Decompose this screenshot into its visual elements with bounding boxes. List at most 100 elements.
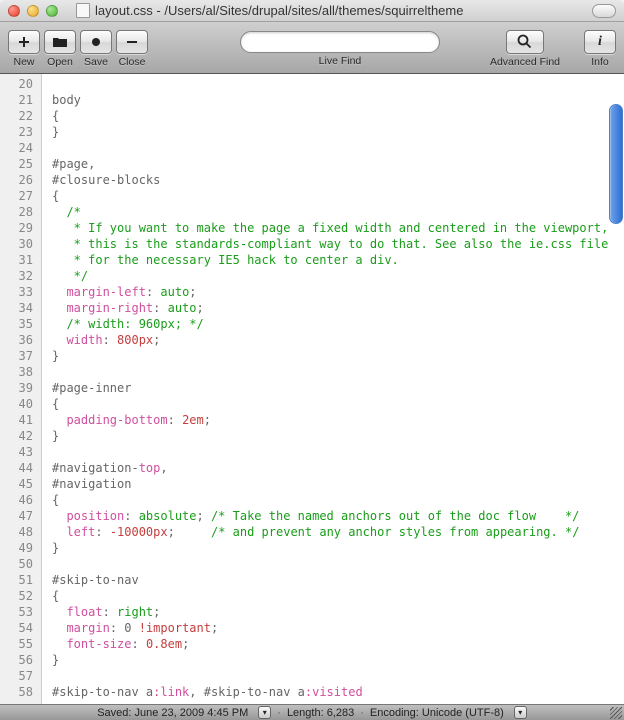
code-line[interactable]: {: [52, 108, 624, 124]
line-number: 26: [0, 172, 33, 188]
window-controls: [8, 5, 58, 17]
code-line[interactable]: {: [52, 396, 624, 412]
minimize-window-button[interactable]: [27, 5, 39, 17]
new-button[interactable]: [8, 30, 40, 54]
status-encoding: Encoding: Unicode (UTF-8): [370, 707, 504, 719]
code-line[interactable]: [52, 140, 624, 156]
new-label: New: [13, 56, 34, 68]
line-number: 23: [0, 124, 33, 140]
live-find-input[interactable]: [240, 31, 440, 53]
code-line[interactable]: left: -10000px; /* and prevent any ancho…: [52, 524, 624, 540]
code-editor[interactable]: 2021222324252627282930313233343536373839…: [0, 74, 624, 704]
line-number: 30: [0, 236, 33, 252]
code-line[interactable]: #closure-blocks: [52, 172, 624, 188]
code-line[interactable]: * this is the standards-compliant way to…: [52, 236, 624, 252]
code-line[interactable]: width: 800px;: [52, 332, 624, 348]
status-sep: ·: [277, 707, 281, 719]
code-line[interactable]: }: [52, 348, 624, 364]
code-line[interactable]: {: [52, 588, 624, 604]
code-line[interactable]: /*: [52, 204, 624, 220]
line-number: 58: [0, 684, 33, 700]
info-button[interactable]: i: [584, 30, 616, 54]
line-number: 53: [0, 604, 33, 620]
line-number: 57: [0, 668, 33, 684]
encoding-menu-button[interactable]: ▾: [514, 706, 527, 719]
line-number: 32: [0, 268, 33, 284]
code-line[interactable]: margin: 0 !important;: [52, 620, 624, 636]
line-number: 55: [0, 636, 33, 652]
open-group: Open: [44, 30, 76, 68]
window-title-area: layout.css - /Users/al/Sites/drupal/site…: [76, 3, 463, 18]
code-line[interactable]: #navigation: [52, 476, 624, 492]
zoom-window-button[interactable]: [46, 5, 58, 17]
code-line[interactable]: }: [52, 124, 624, 140]
line-number: 31: [0, 252, 33, 268]
code-line[interactable]: body: [52, 92, 624, 108]
main-toolbar: New Open Save Close Live Find Advanced F…: [0, 22, 624, 74]
code-line[interactable]: float: right;: [52, 604, 624, 620]
line-number: 41: [0, 412, 33, 428]
close-window-button[interactable]: [8, 5, 20, 17]
code-line[interactable]: #skip-to-nav a:link, #skip-to-nav a:visi…: [52, 684, 624, 700]
code-line[interactable]: font-size: 0.8em;: [52, 636, 624, 652]
line-number: 40: [0, 396, 33, 412]
code-line[interactable]: [52, 556, 624, 572]
line-number: 21: [0, 92, 33, 108]
save-button[interactable]: [80, 30, 112, 54]
line-number: 37: [0, 348, 33, 364]
code-line[interactable]: {: [52, 492, 624, 508]
line-number: 42: [0, 428, 33, 444]
line-number: 43: [0, 444, 33, 460]
code-line[interactable]: [52, 76, 624, 92]
close-button[interactable]: [116, 30, 148, 54]
record-icon: [90, 36, 102, 48]
line-number: 22: [0, 108, 33, 124]
code-line[interactable]: #navigation-top,: [52, 460, 624, 476]
window-title: layout.css - /Users/al/Sites/drupal/site…: [95, 3, 463, 18]
code-line[interactable]: [52, 668, 624, 684]
line-number: 52: [0, 588, 33, 604]
saved-menu-button[interactable]: ▾: [258, 706, 271, 719]
line-number: 56: [0, 652, 33, 668]
code-line[interactable]: [52, 364, 624, 380]
code-line[interactable]: #skip-to-nav: [52, 572, 624, 588]
line-number: 51: [0, 572, 33, 588]
line-number: 39: [0, 380, 33, 396]
code-line[interactable]: }: [52, 540, 624, 556]
resize-grip[interactable]: [610, 707, 622, 719]
line-number: 38: [0, 364, 33, 380]
code-line[interactable]: /* width: 960px; */: [52, 316, 624, 332]
code-line[interactable]: * If you want to make the page a fixed w…: [52, 220, 624, 236]
code-line[interactable]: }: [52, 428, 624, 444]
line-number: 29: [0, 220, 33, 236]
close-group: Close: [116, 30, 148, 68]
code-line[interactable]: #page,: [52, 156, 624, 172]
code-content[interactable]: body{}#page,#closure-blocks{ /* * If you…: [42, 74, 624, 704]
line-number: 44: [0, 460, 33, 476]
line-number: 35: [0, 316, 33, 332]
code-line[interactable]: [52, 444, 624, 460]
line-number: 54: [0, 620, 33, 636]
window-titlebar: layout.css - /Users/al/Sites/drupal/site…: [0, 0, 624, 22]
document-icon: [76, 3, 90, 18]
line-number: 34: [0, 300, 33, 316]
code-line[interactable]: {: [52, 188, 624, 204]
open-button[interactable]: [44, 30, 76, 54]
toolbar-toggle-button[interactable]: [592, 4, 616, 18]
code-line[interactable]: margin-left: auto;: [52, 284, 624, 300]
code-line[interactable]: */: [52, 268, 624, 284]
open-label: Open: [47, 56, 73, 68]
status-sep: ·: [360, 707, 364, 719]
code-line[interactable]: * for the necessary IE5 hack to center a…: [52, 252, 624, 268]
vertical-scrollbar[interactable]: [609, 104, 623, 224]
info-label: Info: [591, 56, 609, 68]
code-line[interactable]: }: [52, 652, 624, 668]
plus-icon: [17, 35, 31, 49]
info-group: i Info: [584, 30, 616, 68]
code-line[interactable]: padding-bottom: 2em;: [52, 412, 624, 428]
code-line[interactable]: margin-right: auto;: [52, 300, 624, 316]
code-line[interactable]: #page-inner: [52, 380, 624, 396]
code-line[interactable]: position: absolute; /* Take the named an…: [52, 508, 624, 524]
save-group: Save: [80, 30, 112, 68]
advanced-find-button[interactable]: [506, 30, 544, 54]
